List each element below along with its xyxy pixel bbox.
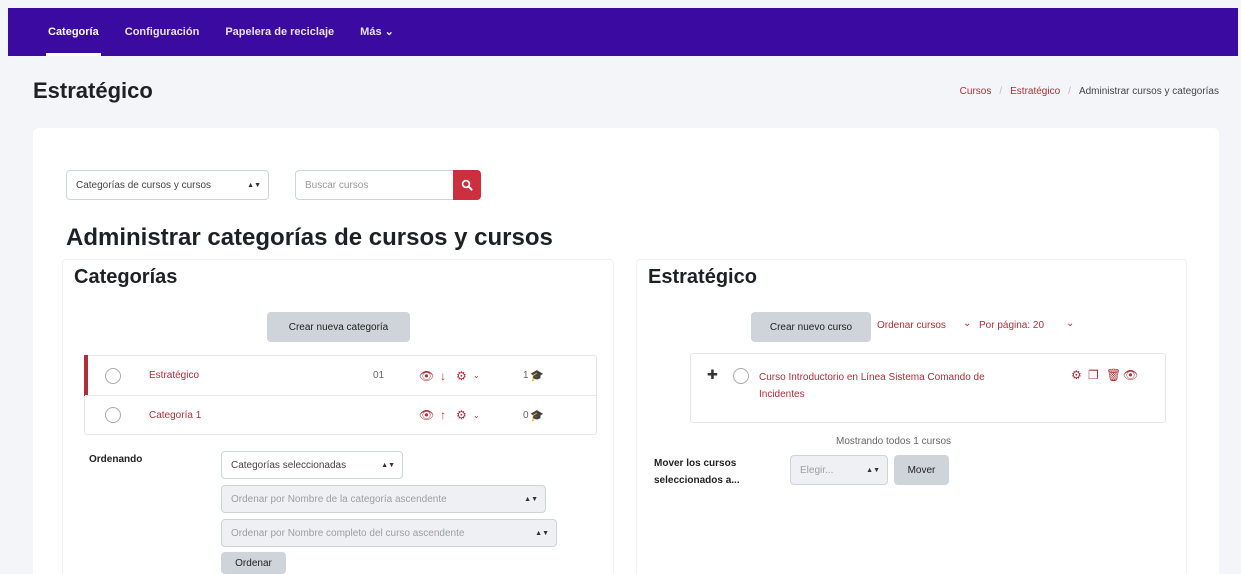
course-name-line2: Incidentes <box>759 389 805 400</box>
view-mode-select[interactable]: Categorías de cursos y cursos ▲▼ <box>66 170 269 200</box>
breadcrumb-strategic[interactable]: Estratégico <box>1010 86 1060 97</box>
gear-icon[interactable]: ⚙ <box>456 408 467 422</box>
showing-count: Mostrando todos 1 cursos <box>836 436 952 447</box>
search-icon <box>461 179 473 191</box>
eye-icon[interactable]: 👁 <box>1123 368 1138 382</box>
category-name-link[interactable]: Estratégico <box>149 370 199 381</box>
arrow-down-icon[interactable]: ↓ <box>440 369 446 383</box>
breadcrumb-separator: / <box>999 86 1003 97</box>
sort-label: Ordenando <box>89 454 143 465</box>
category-course-count: 1 <box>523 370 529 381</box>
move-target-value: Elegir... <box>800 464 834 476</box>
chevron-down-icon[interactable]: ⌄ <box>473 411 480 420</box>
eye-icon[interactable]: 👁 <box>419 369 434 383</box>
course-checkbox[interactable] <box>733 368 749 384</box>
sort-scope-value: Categorías seleccionadas <box>231 459 347 471</box>
chevron-down-icon[interactable]: ⌄ <box>473 371 480 380</box>
sort-category-select[interactable]: Ordenar por Nombre de la categoría ascen… <box>221 485 546 513</box>
sort-course-select[interactable]: Ordenar por Nombre completo del curso as… <box>221 519 557 547</box>
caret-down-icon: ⌄ <box>963 318 972 329</box>
course-list: ✚ Curso Introductorio en Línea Sistema C… <box>690 353 1166 423</box>
breadcrumb-courses[interactable]: Cursos <box>960 86 992 97</box>
graduation-cap-icon: 🎓 <box>530 409 544 422</box>
category-name-link[interactable]: Categoría 1 <box>149 410 201 421</box>
move-courses-label: Mover los cursos seleccionados a... <box>654 458 740 486</box>
graduation-cap-icon: 🎓 <box>530 370 544 382</box>
nav-recycle-bin[interactable]: Papelera de reciclaje <box>225 8 334 56</box>
category-id: 01 <box>373 370 385 381</box>
chevron-updown-icon: ▲▼ <box>535 529 549 537</box>
chevron-updown-icon: ▲▼ <box>866 466 880 474</box>
nav-settings[interactable]: Configuración <box>125 8 200 56</box>
gear-icon[interactable]: ⚙ <box>1071 368 1082 382</box>
sort-button[interactable]: Ordenar <box>221 552 286 574</box>
create-course-button[interactable]: Crear nuevo curso <box>751 312 871 342</box>
nav-category[interactable]: Categoría <box>46 8 101 56</box>
sort-courses-link[interactable]: Ordenar cursos <box>877 320 946 331</box>
category-list: Estratégico 01 👁 ↓ ⚙ ⌄ 1 🎓 Categoría 1 👁… <box>84 355 597 435</box>
categories-heading: Categorías <box>74 266 178 288</box>
caret-down-icon: ⌄ <box>1066 318 1075 329</box>
search-placeholder: Buscar cursos <box>305 179 369 191</box>
eye-icon[interactable]: 👁 <box>419 408 434 422</box>
arrow-up-icon[interactable]: ↑ <box>440 408 446 422</box>
breadcrumb-separator: / <box>1068 86 1071 97</box>
chevron-updown-icon: ▲▼ <box>381 461 395 469</box>
category-course-count: 0 <box>523 409 529 421</box>
course-name-line1: Curso Introductorio en Línea Sistema Com… <box>759 372 985 383</box>
sort-category-value: Ordenar por Nombre de la categoría ascen… <box>231 493 447 505</box>
view-mode-select-value: Categorías de cursos y cursos <box>76 179 212 191</box>
search-button[interactable] <box>453 170 481 200</box>
trash-icon[interactable]: 🗑 <box>1106 368 1121 382</box>
search-courses-input[interactable]: Buscar cursos <box>295 170 453 200</box>
move-button[interactable]: Mover <box>894 455 949 485</box>
category-row: Estratégico 01 👁 ↓ ⚙ ⌄ 1 🎓 <box>85 356 596 395</box>
management-title: Administrar categorías de cursos y curso… <box>66 224 553 251</box>
move-target-select[interactable]: Elegir... ▲▼ <box>790 455 888 485</box>
move-handle-icon[interactable]: ✚ <box>707 367 718 383</box>
sort-course-value: Ordenar por Nombre completo del curso as… <box>231 527 465 539</box>
category-row: Categoría 1 👁 ↑ ⚙ ⌄ 0 🎓 <box>85 395 596 434</box>
gear-icon[interactable]: ⚙ <box>456 369 467 383</box>
category-checkbox[interactable] <box>105 367 121 384</box>
sort-scope-select[interactable]: Categorías seleccionadas ▲▼ <box>221 451 403 479</box>
create-category-button[interactable]: Crear nueva categoría <box>267 312 410 342</box>
chevron-updown-icon: ▲▼ <box>524 495 538 503</box>
chevron-updown-icon: ▲▼ <box>247 181 261 189</box>
breadcrumb-current: Administrar cursos y categorías <box>1078 86 1219 97</box>
page-title: Estratégico <box>33 78 153 103</box>
per-page-link[interactable]: Por página: 20 <box>979 320 1044 331</box>
primary-navigation: Categoría Configuración Papelera de reci… <box>8 8 1238 56</box>
courses-heading: Estratégico <box>648 266 757 288</box>
breadcrumb: Cursos / Estratégico / Administrar curso… <box>960 86 1219 97</box>
copy-icon[interactable]: ❐ <box>1088 368 1099 382</box>
category-checkbox[interactable] <box>105 407 121 423</box>
nav-more[interactable]: Más ⌄ <box>360 8 394 56</box>
course-name-link[interactable]: Curso Introductorio en Línea Sistema Com… <box>759 369 985 403</box>
